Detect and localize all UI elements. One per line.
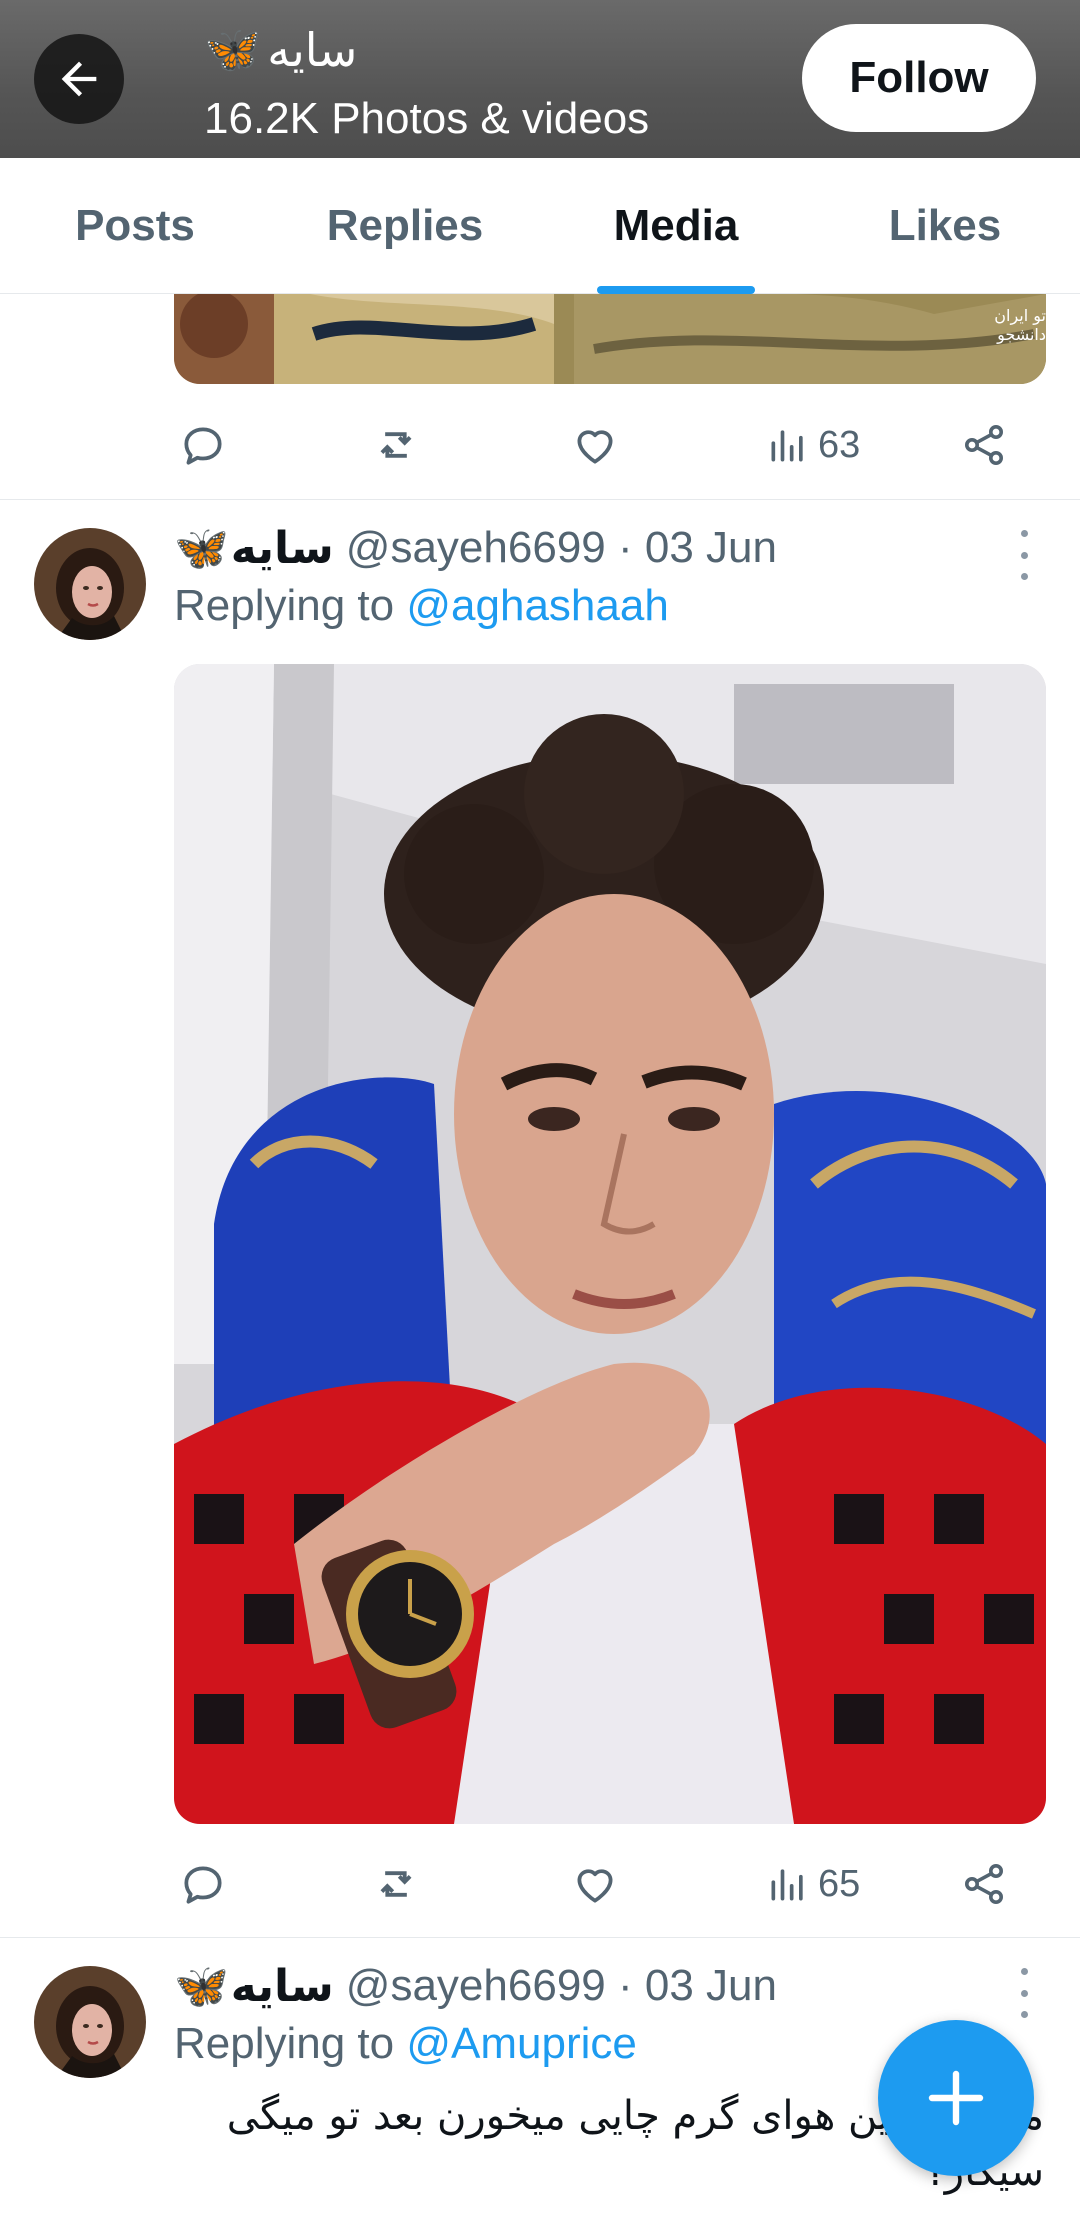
more-options-button[interactable] xyxy=(1012,530,1036,580)
share-icon xyxy=(965,1864,1003,1904)
header-media-count: 16.2K Photos & videos xyxy=(204,94,650,143)
reply-icon xyxy=(184,427,222,465)
tab-media[interactable]: Media xyxy=(576,158,776,294)
avatar[interactable] xyxy=(34,1966,146,2078)
replying-to-prefix: Replying to xyxy=(174,2019,407,2068)
reply-button[interactable] xyxy=(178,1849,228,1919)
profile-tabs: Posts Replies Media Likes xyxy=(0,158,1080,294)
more-icon xyxy=(1020,530,1028,537)
header-name-text: سایه xyxy=(267,22,358,77)
post-actions: 63 xyxy=(174,410,1044,480)
butterfly-emoji: 🦋 xyxy=(204,23,262,75)
like-button[interactable] xyxy=(570,1849,620,1919)
tab-likes[interactable]: Likes xyxy=(840,158,1050,294)
avatar-image xyxy=(34,528,146,640)
replying-to-prefix: Replying to xyxy=(174,581,407,630)
views-count: 63 xyxy=(818,423,861,466)
views-count: 65 xyxy=(818,1862,861,1905)
tab-replies[interactable]: Replies xyxy=(300,158,510,294)
tweet-header: 🦋 سایه @sayeh6699 · 03 Jun xyxy=(174,1960,777,2012)
share-icon xyxy=(965,425,1003,465)
media-feed[interactable]: تو ایران دانشجو 63 🦋 سایه @sayeh6699 · 0… xyxy=(0,294,1080,2223)
media-watermark: تو ایران دانشجو xyxy=(994,306,1046,344)
more-options-button[interactable] xyxy=(1012,1968,1036,2018)
replying-to-link[interactable]: @Amuprice xyxy=(406,2019,637,2068)
heart-icon xyxy=(577,430,613,464)
author-handle-date[interactable]: @sayeh6699 · 03 Jun xyxy=(346,1961,777,2011)
repost-button[interactable] xyxy=(370,410,422,480)
repost-button[interactable] xyxy=(370,1849,422,1919)
repost-icon xyxy=(380,1871,412,1897)
reply-icon xyxy=(184,1866,222,1904)
reply-button[interactable] xyxy=(178,410,228,480)
plus-icon xyxy=(928,2070,984,2126)
avatar-image xyxy=(34,1966,146,2078)
profile-header: 🦋 سایه 16.2K Photos & videos Follow xyxy=(0,0,1080,158)
replying-to-line: Replying to @Amuprice xyxy=(174,2019,637,2069)
views-icon xyxy=(771,430,803,462)
like-button[interactable] xyxy=(570,410,620,480)
more-icon xyxy=(1020,1968,1028,1975)
follow-button[interactable]: Follow xyxy=(802,24,1036,132)
tab-posts[interactable]: Posts xyxy=(30,158,240,294)
share-button[interactable] xyxy=(960,1849,1008,1919)
header-display-name: 🦋 سایه xyxy=(204,22,357,77)
views-button[interactable]: 65 xyxy=(766,1849,860,1919)
arrow-left-icon xyxy=(61,61,97,97)
repost-icon xyxy=(380,432,412,458)
active-tab-indicator xyxy=(597,286,755,294)
back-button[interactable] xyxy=(34,34,124,124)
views-button[interactable]: 63 xyxy=(766,410,860,480)
views-icon xyxy=(771,1869,803,1901)
post-actions: 65 xyxy=(174,1849,1044,1919)
post-divider xyxy=(0,1937,1080,1938)
post-divider xyxy=(0,499,1080,500)
tweet-header: 🦋 سایه @sayeh6699 · 03 Jun xyxy=(174,522,777,574)
author-handle-date[interactable]: @sayeh6699 · 03 Jun xyxy=(346,523,777,573)
cropped-photo xyxy=(174,294,1046,384)
heart-icon xyxy=(577,1869,613,1903)
author-name[interactable]: سایه xyxy=(231,523,334,574)
author-emoji: 🦋 xyxy=(174,524,229,573)
selfie-photo xyxy=(174,664,1046,1824)
author-name[interactable]: سایه xyxy=(231,1961,334,2012)
compose-button[interactable] xyxy=(878,2020,1034,2176)
share-button[interactable] xyxy=(960,410,1008,480)
replying-to-link[interactable]: @aghashaah xyxy=(406,581,668,630)
author-emoji: 🦋 xyxy=(174,1962,229,2011)
replying-to-line: Replying to @aghashaah xyxy=(174,581,669,631)
post-media-image[interactable] xyxy=(174,664,1046,1824)
avatar[interactable] xyxy=(34,528,146,640)
post-media-image[interactable]: تو ایران دانشجو xyxy=(174,294,1046,384)
